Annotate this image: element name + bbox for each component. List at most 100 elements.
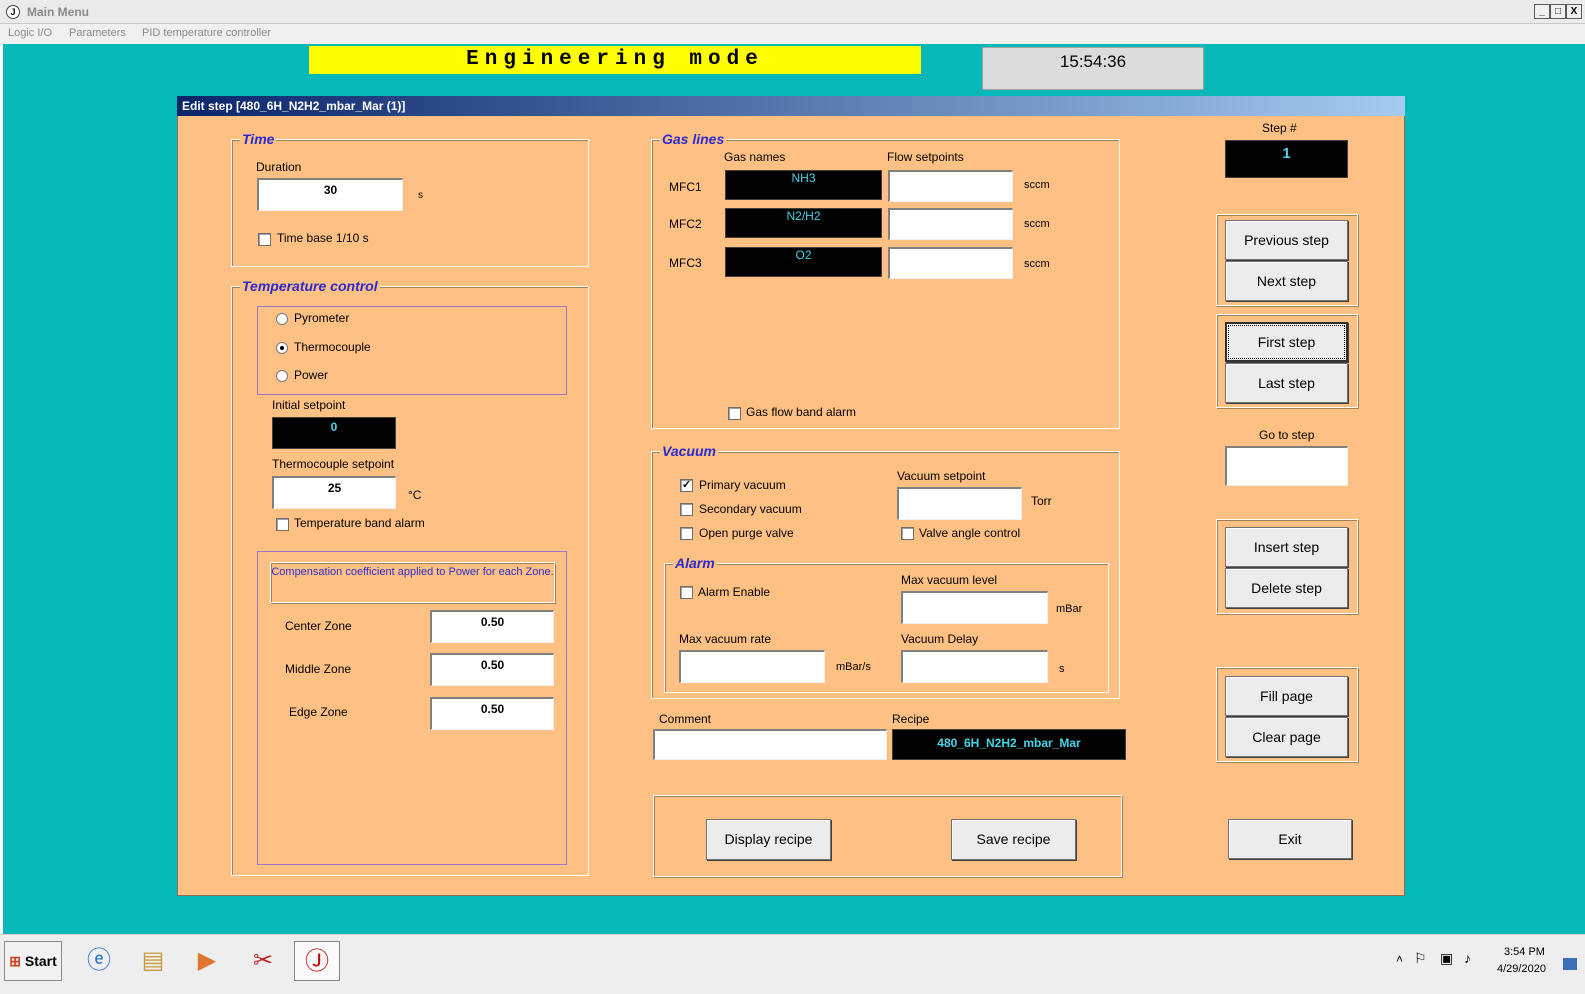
- tc-setpoint-label: Thermocouple setpoint: [272, 457, 395, 471]
- primary-vacuum-label: Primary vacuum: [699, 478, 786, 492]
- internet-explorer-icon[interactable]: ⓔ: [76, 941, 122, 981]
- tray-time[interactable]: 3:54 PM: [1504, 946, 1545, 958]
- windows-logo-icon: ⊞: [9, 953, 21, 969]
- mfc1-flow-input[interactable]: [888, 170, 1013, 202]
- thermocouple-label: Thermocouple: [294, 340, 371, 354]
- comment-label: Comment: [659, 712, 712, 726]
- pyrometer-label: Pyrometer: [294, 311, 350, 325]
- start-button[interactable]: ⊞ Start: [4, 941, 62, 981]
- alarm-enable-checkbox[interactable]: [680, 586, 693, 599]
- network-icon[interactable]: ▣: [1440, 950, 1453, 967]
- delete-step-button[interactable]: Delete step: [1225, 568, 1348, 608]
- menu-parameters[interactable]: Parameters: [69, 27, 126, 39]
- snipping-tool-icon[interactable]: ✂: [240, 941, 286, 981]
- show-desktop-icon[interactable]: [1563, 958, 1577, 970]
- menu-logic-io[interactable]: Logic I/O: [8, 27, 52, 39]
- valve-angle-label: Valve angle control: [919, 526, 1021, 540]
- last-step-button[interactable]: Last step: [1225, 363, 1348, 403]
- vacuum-delay-label: Vacuum Delay: [901, 632, 979, 646]
- max-vacuum-level-input[interactable]: [901, 591, 1048, 624]
- goto-step-input[interactable]: [1225, 446, 1348, 486]
- mfc2-flow-input[interactable]: [888, 208, 1013, 240]
- exit-button[interactable]: Exit: [1228, 819, 1352, 859]
- pyrometer-radio[interactable]: [276, 313, 288, 325]
- mfc1-label: MFC1: [669, 180, 702, 194]
- mfc2-gas-name: N2/H2: [725, 208, 882, 238]
- center-zone-label: Center Zone: [285, 619, 352, 633]
- tray-date[interactable]: 4/29/2020: [1497, 963, 1546, 975]
- app-logo-icon: J: [6, 5, 20, 19]
- file-explorer-icon[interactable]: ▤: [130, 941, 176, 981]
- insert-step-button[interactable]: Insert step: [1225, 527, 1348, 567]
- first-step-button[interactable]: First step: [1225, 322, 1348, 362]
- gas-band-alarm-label: Gas flow band alarm: [746, 405, 857, 419]
- max-vacuum-level-unit: mBar: [1056, 603, 1083, 615]
- temp-band-alarm-label: Temperature band alarm: [294, 516, 425, 530]
- duration-unit: s: [418, 190, 423, 201]
- window-title: Main Menu: [27, 5, 89, 19]
- fill-page-button[interactable]: Fill page: [1225, 676, 1348, 716]
- comment-input[interactable]: [653, 729, 887, 760]
- volume-icon[interactable]: ♪: [1464, 950, 1471, 966]
- mode-banner: Engineering mode: [309, 46, 921, 74]
- step-number-display: 1: [1225, 140, 1348, 178]
- clock-display: 15:54:36: [982, 47, 1204, 90]
- media-player-icon[interactable]: ▶: [184, 941, 230, 981]
- tc-setpoint-unit: °C: [408, 488, 422, 502]
- vacuum-delay-input[interactable]: [901, 650, 1048, 683]
- alarm-title: Alarm: [673, 555, 717, 571]
- temp-band-alarm-checkbox[interactable]: [276, 518, 289, 531]
- close-button[interactable]: X: [1566, 4, 1582, 19]
- center-zone-input[interactable]: 0.50: [430, 610, 554, 643]
- gas-lines-title: Gas lines: [660, 131, 727, 147]
- primary-vacuum-checkbox[interactable]: ✓: [680, 479, 693, 492]
- display-recipe-button[interactable]: Display recipe: [706, 819, 831, 860]
- tc-setpoint-input[interactable]: 25: [272, 476, 396, 509]
- mfc3-flow-input[interactable]: [888, 247, 1013, 279]
- vacuum-title: Vacuum: [660, 443, 718, 459]
- vacuum-setpoint-input[interactable]: [897, 487, 1022, 520]
- edge-zone-label: Edge Zone: [289, 705, 348, 719]
- dialog-title: Edit step [480_6H_N2H2_mbar_Mar (1)]: [177, 96, 1405, 116]
- app-taskbar-icon[interactable]: Ⓙ: [294, 941, 340, 981]
- minimize-button[interactable]: _: [1534, 4, 1550, 19]
- next-step-button[interactable]: Next step: [1225, 261, 1348, 301]
- mfc1-unit: sccm: [1024, 179, 1050, 191]
- recipe-label: Recipe: [892, 712, 930, 726]
- recipe-display: 480_6H_N2H2_mbar_Mar: [892, 729, 1126, 760]
- maximize-button[interactable]: □: [1550, 4, 1566, 19]
- max-vacuum-rate-input[interactable]: [679, 650, 825, 683]
- vacuum-setpoint-label: Vacuum setpoint: [897, 469, 986, 483]
- save-recipe-button[interactable]: Save recipe: [951, 819, 1076, 860]
- thermocouple-radio[interactable]: [276, 342, 288, 354]
- valve-angle-checkbox[interactable]: [901, 527, 914, 540]
- gas-band-alarm-checkbox[interactable]: [728, 407, 741, 420]
- menu-bar: Logic I/O Parameters PID temperature con…: [0, 24, 1585, 44]
- step-number-label: Step #: [1262, 121, 1297, 135]
- menu-pid-controller[interactable]: PID temperature controller: [142, 27, 271, 39]
- tray-expand-icon[interactable]: ˄: [1396, 952, 1403, 966]
- max-vacuum-rate-label: Max vacuum rate: [679, 632, 772, 646]
- secondary-vacuum-label: Secondary vacuum: [699, 502, 802, 516]
- mfc3-gas-name: O2: [725, 247, 882, 277]
- clear-page-button[interactable]: Clear page: [1225, 717, 1348, 757]
- mfc1-gas-name: NH3: [725, 170, 882, 200]
- temperature-group-title: Temperature control: [240, 278, 380, 294]
- secondary-vacuum-checkbox[interactable]: [680, 503, 693, 516]
- initial-setpoint-label: Initial setpoint: [272, 398, 346, 412]
- previous-step-button[interactable]: Previous step: [1225, 220, 1348, 260]
- taskbar: [0, 934, 1585, 994]
- duration-input[interactable]: 30: [257, 178, 403, 211]
- flag-icon[interactable]: ⚐: [1414, 950, 1427, 967]
- compensation-title: Compensation coefficient applied to Powe…: [270, 562, 555, 603]
- max-vacuum-level-label: Max vacuum level: [901, 573, 998, 587]
- time-group-title: Time: [240, 131, 277, 147]
- power-radio[interactable]: [276, 370, 288, 382]
- alarm-enable-label: Alarm Enable: [698, 585, 771, 599]
- purge-valve-checkbox[interactable]: [680, 527, 693, 540]
- edge-zone-input[interactable]: 0.50: [430, 697, 554, 730]
- mfc3-unit: sccm: [1024, 258, 1050, 270]
- middle-zone-input[interactable]: 0.50: [430, 653, 554, 686]
- timebase-label: Time base 1/10 s: [277, 231, 369, 245]
- timebase-checkbox[interactable]: [258, 233, 271, 246]
